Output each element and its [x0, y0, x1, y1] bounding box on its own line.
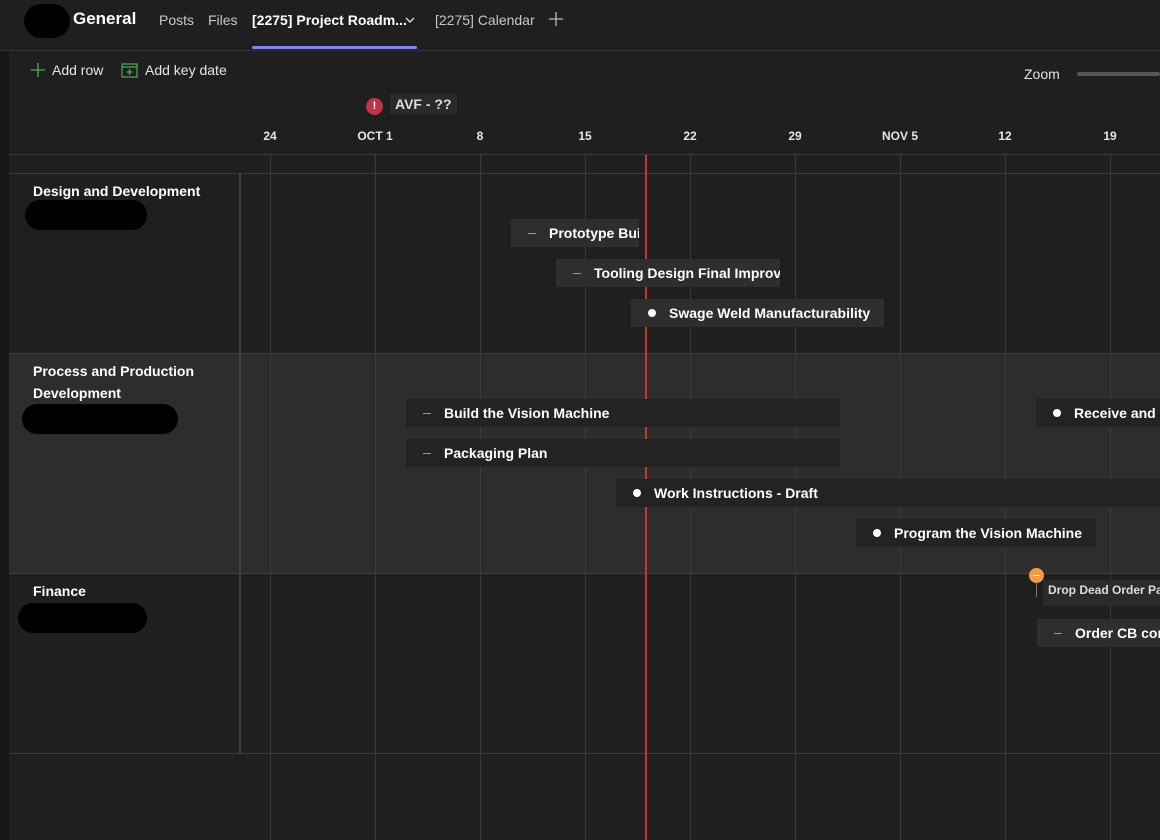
row-members-redacted	[22, 404, 178, 434]
not-started-icon	[423, 452, 431, 454]
key-date-stem	[1036, 583, 1037, 597]
gridline	[585, 155, 586, 840]
zoom-slider[interactable]	[1077, 72, 1160, 76]
left-rail	[0, 0, 9, 840]
row-divider	[9, 753, 1160, 754]
active-tab-indicator	[252, 46, 417, 49]
task-bar[interactable]: Tooling Design Final Improvements	[556, 259, 780, 287]
row-divider	[9, 353, 1160, 354]
task-bar[interactable]: Swage Weld Manufacturability	[631, 299, 884, 327]
in-progress-icon	[648, 309, 656, 317]
task-label: Order CB components	[1075, 625, 1160, 641]
date-label: 24	[263, 129, 277, 143]
task-bar[interactable]: Receive and Check	[1036, 399, 1160, 427]
task-bar[interactable]: Program the Vision Machine	[856, 519, 1096, 547]
key-date-alert-icon[interactable]: !	[366, 98, 383, 115]
task-label: Build the Vision Machine	[444, 405, 610, 421]
task-label: Packaging Plan	[444, 445, 548, 461]
task-label: Receive and Check	[1074, 405, 1160, 421]
not-started-icon	[528, 232, 536, 234]
not-started-icon	[423, 412, 431, 414]
key-date-warning-icon[interactable]	[1029, 568, 1044, 583]
task-label: Swage Weld Manufacturability	[669, 305, 871, 321]
row-members-redacted	[25, 200, 147, 230]
channel-title: General	[73, 9, 137, 28]
add-key-date-button[interactable]: Add key date	[121, 62, 227, 78]
row-members-redacted	[18, 603, 147, 633]
date-label: 19	[1103, 129, 1117, 143]
task-label: Prototype Build	[549, 225, 639, 241]
task-bar[interactable]: Build the Vision Machine	[406, 399, 840, 427]
key-date-avf[interactable]: AVF - ??	[390, 94, 457, 114]
task-bar[interactable]: Order CB components	[1037, 619, 1160, 647]
not-started-icon	[573, 272, 581, 274]
not-started-icon	[1054, 632, 1062, 634]
date-label: 12	[998, 129, 1012, 143]
in-progress-icon	[633, 489, 641, 497]
tab-files[interactable]: Files	[208, 12, 238, 28]
date-label: NOV 5	[881, 129, 919, 143]
date-label: 22	[683, 129, 697, 143]
add-row-button[interactable]: Add row	[30, 62, 103, 78]
task-label: Tooling Design Final Improvements	[594, 265, 780, 281]
row-label-divider	[239, 173, 241, 753]
gridline	[270, 155, 271, 840]
row-title[interactable]: Finance	[33, 580, 213, 602]
task-bar[interactable]: Packaging Plan	[406, 439, 840, 467]
gridline	[480, 155, 481, 840]
in-progress-icon	[873, 529, 881, 537]
tab-calendar[interactable]: [2275] Calendar	[435, 12, 535, 28]
date-label: 8	[476, 129, 484, 143]
task-bar[interactable]: Work Instructions - Draft	[616, 479, 1160, 507]
calendar-add-icon	[121, 63, 138, 78]
zoom-label: Zoom	[1024, 66, 1060, 82]
add-tab-icon[interactable]	[548, 11, 564, 27]
chevron-down-icon[interactable]	[404, 14, 416, 26]
task-label: Work Instructions - Draft	[654, 485, 818, 501]
task-bar[interactable]: Prototype Build	[511, 219, 639, 247]
gridline	[375, 155, 376, 840]
row-divider	[9, 173, 1160, 174]
date-label: 15	[578, 129, 592, 143]
tab-project-roadmap[interactable]: [2275] Project Roadm...	[252, 12, 407, 28]
date-label: OCT 1	[357, 129, 393, 143]
row-title[interactable]: Design and Development	[33, 180, 213, 202]
task-label: Program the Vision Machine	[894, 525, 1083, 541]
row-title[interactable]: Process and Production Development	[33, 360, 213, 404]
channel-header: General Posts Files [2275] Project Roadm…	[0, 0, 1160, 51]
add-row-label: Add row	[52, 62, 104, 78]
date-label: 29	[788, 129, 802, 143]
team-avatar-redacted	[24, 4, 70, 38]
row-divider	[9, 573, 1160, 574]
key-date-drop-dead-order[interactable]: Drop Dead Order Parts	[1043, 580, 1160, 606]
add-key-date-label: Add key date	[145, 62, 227, 78]
tab-posts[interactable]: Posts	[159, 12, 194, 28]
in-progress-icon	[1053, 409, 1061, 417]
plus-icon	[31, 63, 45, 77]
